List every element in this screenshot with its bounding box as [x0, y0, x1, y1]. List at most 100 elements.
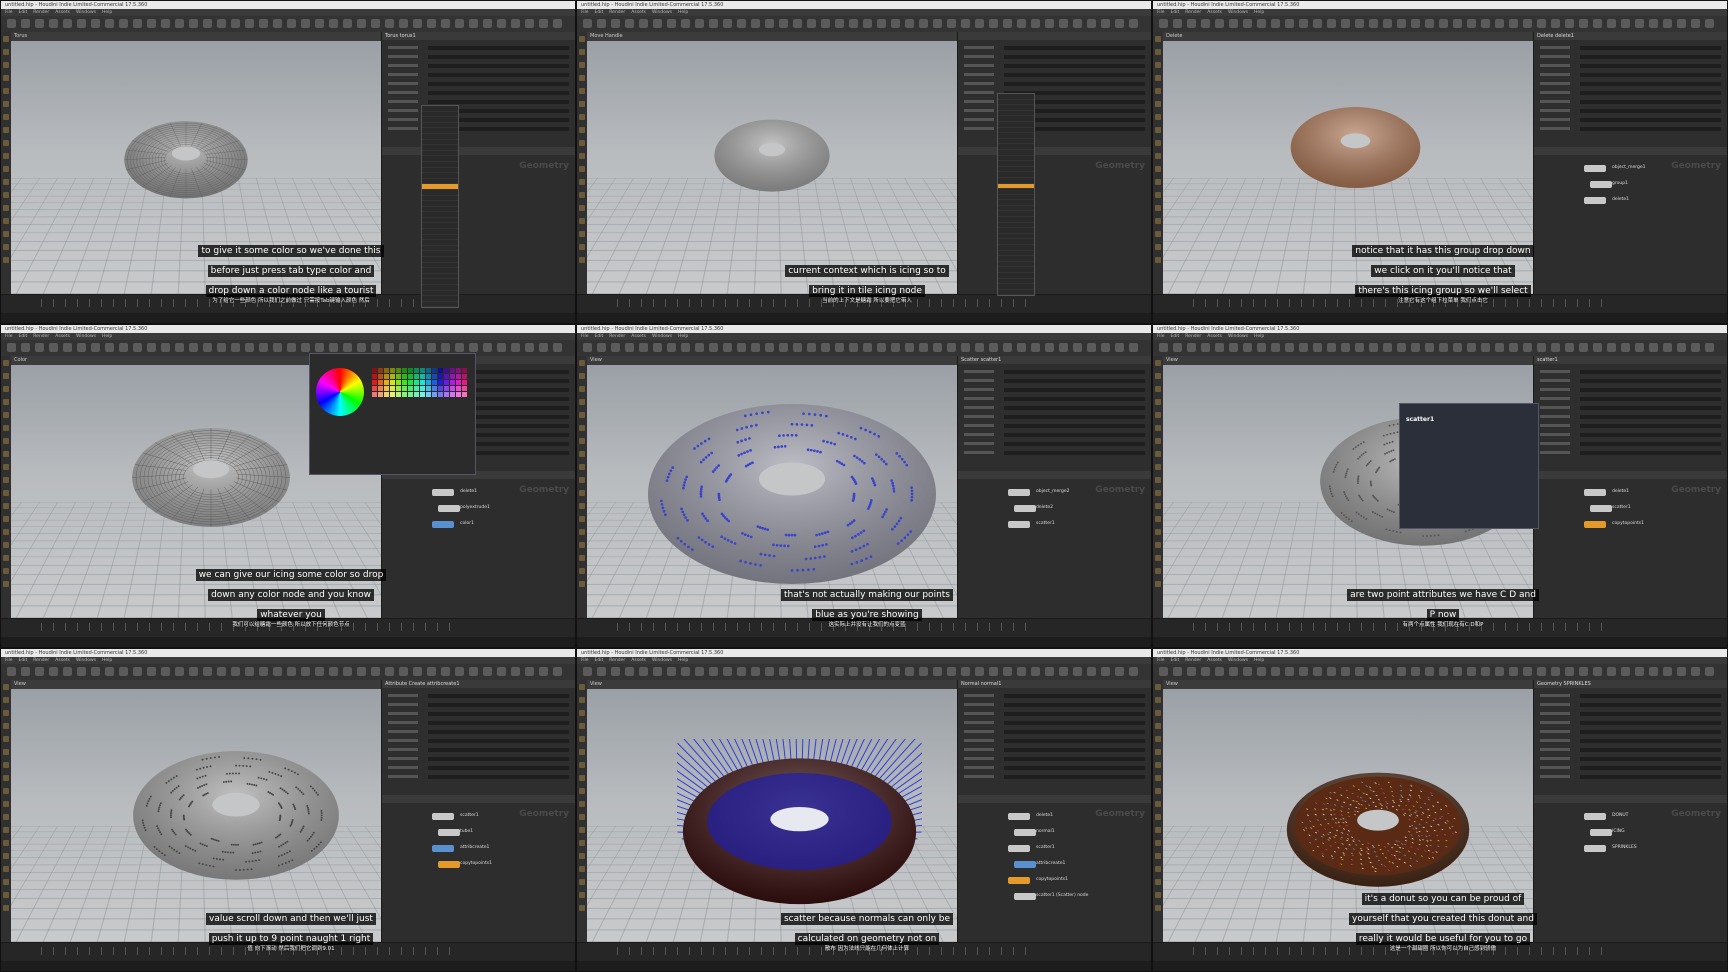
tab-menu[interactable]: [997, 93, 1035, 296]
menu-item-file[interactable]: File: [1157, 10, 1165, 15]
viewport-tool-icon[interactable]: [1155, 166, 1161, 172]
shelf-tool-icon[interactable]: [511, 343, 520, 352]
viewport-tool-icon[interactable]: [3, 114, 9, 120]
shelf-tool-icon[interactable]: [1565, 343, 1574, 352]
shelf-tool-icon[interactable]: [497, 667, 506, 676]
shelf-tool-icon[interactable]: [35, 19, 44, 28]
color-swatch[interactable]: [408, 374, 413, 379]
viewport-tool-icon[interactable]: [579, 866, 585, 872]
parameter-row[interactable]: [964, 694, 1145, 698]
menu-item-file[interactable]: File: [1157, 334, 1165, 339]
viewport-tool-icon[interactable]: [3, 529, 9, 535]
parameter-field[interactable]: [428, 82, 569, 86]
shelf-tool-icon[interactable]: [77, 667, 86, 676]
shelf-tool-icon[interactable]: [793, 19, 802, 28]
shelf-tool-icon[interactable]: [175, 667, 184, 676]
shelf-tool-icon[interactable]: [231, 343, 240, 352]
shelf-tool-icon[interactable]: [709, 667, 718, 676]
viewport-tool-icon[interactable]: [579, 775, 585, 781]
shelf-tool-icon[interactable]: [1073, 19, 1082, 28]
shelf-tool-icon[interactable]: [1453, 343, 1462, 352]
color-swatch[interactable]: [402, 380, 407, 385]
shelf-tool-icon[interactable]: [329, 667, 338, 676]
parameter-row[interactable]: [388, 766, 569, 770]
viewport-tool-icon[interactable]: [3, 866, 9, 872]
parameter-field[interactable]: [1580, 694, 1721, 698]
menu-item-render[interactable]: Render: [609, 334, 625, 339]
viewport-tool-icon[interactable]: [3, 762, 9, 768]
menu-item-help[interactable]: Help: [1254, 658, 1264, 663]
color-swatch[interactable]: [372, 380, 377, 385]
menu-item-render[interactable]: Render: [609, 10, 625, 15]
shelf-tool-icon[interactable]: [1299, 19, 1308, 28]
parameter-field[interactable]: [1004, 757, 1145, 761]
shelf-tool-icon[interactable]: [105, 343, 114, 352]
viewport-tool-icon[interactable]: [3, 205, 9, 211]
viewport-tool-icon[interactable]: [1155, 257, 1161, 263]
shelf-tool-icon[interactable]: [597, 343, 606, 352]
parameter-field[interactable]: [1580, 433, 1721, 437]
menu-item-assets[interactable]: Assets: [631, 10, 646, 15]
color-swatch[interactable]: [444, 374, 449, 379]
color-swatch[interactable]: [456, 386, 461, 391]
viewport-tool-icon[interactable]: [579, 218, 585, 224]
viewport-tool-icon[interactable]: [3, 88, 9, 94]
parameter-field[interactable]: [428, 730, 569, 734]
viewport-tool-icon[interactable]: [3, 775, 9, 781]
menu-item-assets[interactable]: Assets: [1207, 334, 1222, 339]
shelf-tool-icon[interactable]: [611, 19, 620, 28]
shelf-tool-icon[interactable]: [1593, 667, 1602, 676]
parameter-row[interactable]: [964, 127, 1145, 131]
color-swatch[interactable]: [408, 368, 413, 373]
shelf-tool-icon[interactable]: [1087, 19, 1096, 28]
parameter-field[interactable]: [1580, 775, 1721, 779]
shelf-tool-icon[interactable]: [1509, 19, 1518, 28]
menu-item-assets[interactable]: Assets: [1207, 658, 1222, 663]
parameter-field[interactable]: [1004, 415, 1145, 419]
shelf-tool-icon[interactable]: [1059, 19, 1068, 28]
parameter-row[interactable]: [964, 64, 1145, 68]
shelf-tool-icon[interactable]: [203, 667, 212, 676]
shelf-tool-icon[interactable]: [7, 667, 16, 676]
shelf-tool-icon[interactable]: [1215, 667, 1224, 676]
shelf-tool-icon[interactable]: [1229, 19, 1238, 28]
menu-item-help[interactable]: Help: [678, 10, 688, 15]
shelf-tool-icon[interactable]: [1607, 667, 1616, 676]
shelf-tool-icon[interactable]: [315, 19, 324, 28]
shelf-tool-icon[interactable]: [147, 19, 156, 28]
parameter-row[interactable]: [1540, 451, 1721, 455]
color-swatch[interactable]: [420, 380, 425, 385]
shelf-tool-icon[interactable]: [1677, 667, 1686, 676]
menu-item-edit[interactable]: Edit: [19, 10, 28, 15]
shelf-tool-icon[interactable]: [891, 667, 900, 676]
color-swatch[interactable]: [444, 368, 449, 373]
parameter-row[interactable]: [388, 118, 569, 122]
shelf-tool-icon[interactable]: [1341, 667, 1350, 676]
color-swatch[interactable]: [432, 368, 437, 373]
viewport-tool-icon[interactable]: [3, 879, 9, 885]
shelf-tool-icon[interactable]: [891, 19, 900, 28]
shelf-tool-icon[interactable]: [189, 667, 198, 676]
color-swatch[interactable]: [432, 386, 437, 391]
shelf-tool-icon[interactable]: [1425, 19, 1434, 28]
shelf-tool-icon[interactable]: [807, 19, 816, 28]
shelf-tool-icon[interactable]: [639, 343, 648, 352]
viewport-tool-icon[interactable]: [1155, 464, 1161, 470]
viewport-tool-icon[interactable]: [1155, 697, 1161, 703]
shelf-tool-icon[interactable]: [625, 19, 634, 28]
shelf-tool-icon[interactable]: [77, 19, 86, 28]
parameter-row[interactable]: [1540, 46, 1721, 50]
shelf-tool-icon[interactable]: [681, 343, 690, 352]
color-swatch[interactable]: [462, 374, 467, 379]
shelf-tool-icon[interactable]: [1691, 343, 1700, 352]
viewport-tool-icon[interactable]: [1155, 762, 1161, 768]
shelf-tool-icon[interactable]: [259, 19, 268, 28]
shelf-tool-icon[interactable]: [455, 667, 464, 676]
viewport-tool-icon[interactable]: [579, 36, 585, 42]
viewport-tool-icon[interactable]: [1155, 36, 1161, 42]
menu-item-edit[interactable]: Edit: [1171, 658, 1180, 663]
menu-item-windows[interactable]: Windows: [652, 334, 672, 339]
viewport-tool-icon[interactable]: [579, 425, 585, 431]
parameter-row[interactable]: [964, 109, 1145, 113]
viewport-tool-icon[interactable]: [1155, 723, 1161, 729]
